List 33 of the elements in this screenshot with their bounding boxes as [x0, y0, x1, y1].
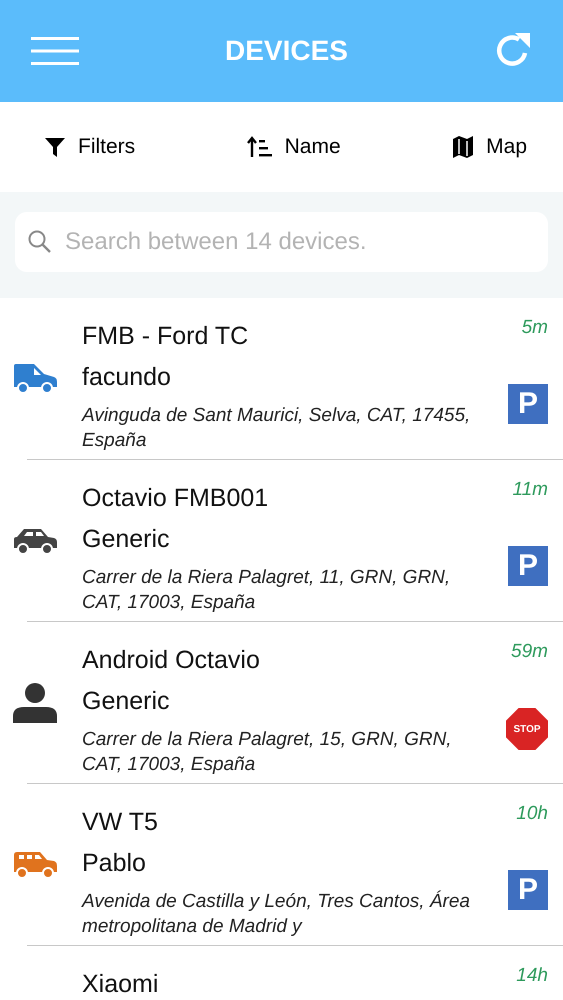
- parking-sign: P: [508, 384, 548, 424]
- device-address: Avenida de Castilla y León, Tres Cantos, Área metropolitana de Madrid y: [82, 890, 471, 939]
- screen-title: DEVICES: [225, 35, 348, 67]
- parking-sign: P: [508, 870, 548, 910]
- last-update-time: 5m: [522, 316, 548, 340]
- device-name: Xiaomi: [82, 969, 160, 1000]
- menu-icon: [30, 35, 80, 67]
- search-field[interactable]: Search between 14 devices.: [15, 212, 548, 272]
- last-update-time: 11m: [512, 478, 548, 502]
- toolbar-button[interactable]: Map: [452, 135, 527, 159]
- device-address: Avinguda de Sant Maurici, Selva, CAT, 17455, España: [82, 404, 472, 453]
- last-update-time: 14h: [516, 964, 548, 988]
- driver-name: Generic: [82, 524, 171, 555]
- device-name: FMB - Ford TC: [82, 321, 250, 352]
- map-icon: [452, 135, 474, 159]
- device-name: VW T5: [82, 807, 159, 838]
- device-name: Android Octavio: [82, 645, 261, 676]
- last-update-time: 59m: [511, 640, 548, 664]
- sort-icon: [246, 136, 273, 158]
- search-icon: [27, 229, 53, 255]
- menu-button[interactable]: [30, 35, 80, 67]
- stop-sign: STOP: [506, 708, 548, 750]
- toolbar-button[interactable]: Filters: [44, 135, 136, 159]
- driver-name: Generic: [82, 686, 171, 717]
- device-address: Carrer de la Riera Palagret, 11, GRN, GRN, CAT, 17003, España: [82, 566, 452, 615]
- device-name: Octavio FMB001: [82, 483, 270, 514]
- last-update-time: 10h: [516, 802, 548, 826]
- driver-name: facundo: [82, 362, 172, 393]
- filter-icon: [44, 136, 66, 158]
- device-address: Carrer de la Riera Palagret, 15, GRN, GRN, CAT, 17003, España: [82, 728, 453, 777]
- parking-sign: P: [508, 546, 548, 586]
- toolbar-button[interactable]: Name: [246, 135, 341, 159]
- driver-name: Pablo: [82, 848, 147, 879]
